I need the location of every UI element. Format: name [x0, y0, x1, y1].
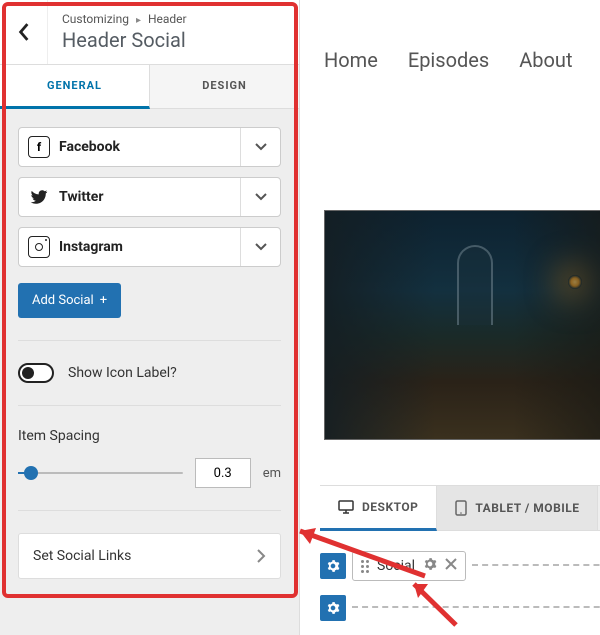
- device-tab-desktop-label: DESKTOP: [362, 500, 418, 514]
- builder-row: Social: [320, 551, 600, 581]
- title-block: Customizing ▸ Header Header Social: [48, 2, 201, 62]
- header-builder: Social: [300, 531, 600, 635]
- desktop-icon: [338, 500, 354, 514]
- social-item-label: Twitter: [59, 189, 240, 205]
- preview-nav: Home Episodes About C: [300, 0, 600, 120]
- expand-button[interactable]: [240, 128, 280, 166]
- gear-icon: [423, 557, 437, 571]
- divider: [18, 510, 281, 511]
- instagram-icon: [19, 236, 59, 258]
- item-spacing-input[interactable]: [195, 458, 251, 488]
- item-spacing-label: Item Spacing: [18, 428, 281, 444]
- social-item-label: Facebook: [59, 139, 240, 155]
- item-spacing-unit: em: [263, 466, 281, 481]
- customizer-sidebar: Customizing ▸ Header Header Social GENER…: [0, 0, 300, 635]
- device-tab-tablet-mobile[interactable]: TABLET / MOBILE: [437, 486, 598, 530]
- add-social-button[interactable]: Add Social +: [18, 283, 121, 318]
- nav-episodes[interactable]: Episodes: [408, 48, 489, 72]
- chevron-right-icon: [257, 549, 266, 563]
- preview-hero: [300, 210, 600, 461]
- customizer-tabs: GENERAL DESIGN: [0, 65, 299, 109]
- slider-thumb[interactable]: [24, 466, 38, 480]
- builder-row: [320, 595, 600, 621]
- device-tab-tablet-label: TABLET / MOBILE: [475, 501, 579, 515]
- block-settings-button[interactable]: [423, 557, 437, 575]
- close-icon: [445, 558, 457, 570]
- nav-home[interactable]: Home: [324, 48, 378, 72]
- expand-button[interactable]: [240, 228, 280, 266]
- tab-design[interactable]: DESIGN: [150, 65, 299, 108]
- builder-drop-zone[interactable]: [352, 606, 600, 610]
- divider: [18, 340, 281, 341]
- social-list: f Facebook Twitter: [18, 127, 281, 267]
- device-tab-desktop[interactable]: DESKTOP: [320, 486, 437, 531]
- breadcrumb-root: Customizing: [62, 12, 129, 26]
- back-button[interactable]: [0, 0, 48, 64]
- expand-button[interactable]: [240, 178, 280, 216]
- customizer-header: Customizing ▸ Header Header Social: [0, 0, 299, 65]
- show-icon-label-toggle[interactable]: [18, 363, 54, 383]
- builder-drop-zone[interactable]: [472, 564, 600, 568]
- chevron-down-icon: [255, 193, 267, 201]
- row-settings-button[interactable]: [320, 553, 346, 579]
- chevron-left-icon: [18, 23, 30, 41]
- show-icon-label-row: Show Icon Label?: [18, 363, 281, 383]
- row-settings-button[interactable]: [320, 595, 346, 621]
- social-item-facebook[interactable]: f Facebook: [18, 127, 281, 167]
- breadcrumb: Customizing ▸ Header: [62, 12, 187, 26]
- preview-pane: Home Episodes About C DESKTOP TABLET / M…: [300, 0, 600, 635]
- divider: [18, 405, 281, 406]
- facebook-icon: f: [19, 136, 59, 158]
- tablet-icon: [455, 500, 467, 516]
- drag-handle-icon[interactable]: [361, 560, 369, 573]
- builder-block-social[interactable]: Social: [352, 551, 466, 581]
- gear-icon: [326, 601, 340, 615]
- tab-general[interactable]: GENERAL: [0, 65, 150, 109]
- chevron-right-icon: ▸: [136, 15, 141, 26]
- block-remove-button[interactable]: [445, 558, 457, 574]
- preview-hero-image: [324, 210, 600, 440]
- panel-general: f Facebook Twitter: [0, 109, 299, 635]
- item-spacing-control: em: [18, 458, 281, 488]
- plus-icon: +: [100, 293, 107, 308]
- set-social-links-label: Set Social Links: [33, 548, 131, 564]
- social-item-instagram[interactable]: Instagram: [18, 227, 281, 267]
- item-spacing-slider[interactable]: [18, 463, 183, 483]
- nav-about[interactable]: About: [519, 48, 572, 72]
- section-title: Header Social: [62, 28, 187, 52]
- chevron-down-icon: [255, 243, 267, 251]
- social-item-twitter[interactable]: Twitter: [18, 177, 281, 217]
- twitter-icon: [19, 188, 59, 206]
- breadcrumb-parent: Header: [148, 12, 187, 26]
- add-social-label: Add Social: [32, 293, 94, 308]
- chevron-down-icon: [255, 143, 267, 151]
- show-icon-label-text: Show Icon Label?: [68, 365, 177, 381]
- builder-block-label: Social: [377, 558, 415, 574]
- gear-icon: [326, 559, 340, 573]
- device-tabs: DESKTOP TABLET / MOBILE: [320, 485, 600, 531]
- social-item-label: Instagram: [59, 239, 240, 255]
- set-social-links-button[interactable]: Set Social Links: [18, 533, 281, 579]
